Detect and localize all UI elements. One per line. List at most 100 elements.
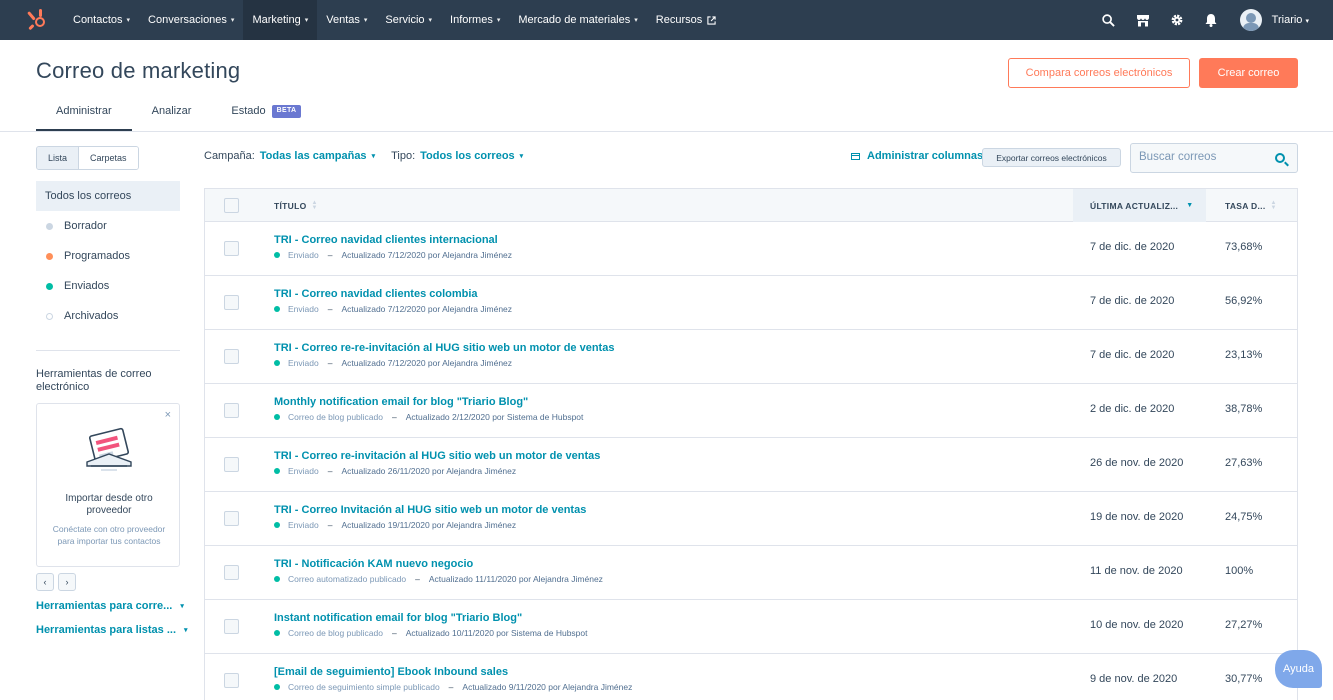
beta-badge: BETA bbox=[271, 105, 302, 118]
email-filter-list: Todos los correos Borrador Programados E… bbox=[36, 181, 180, 331]
email-title-link[interactable]: [Email de seguimiento] Ebook Inbound sal… bbox=[274, 666, 508, 678]
email-import-illustration-icon bbox=[86, 427, 132, 471]
type-filter-label: Tipo: bbox=[391, 150, 416, 162]
view-folders-button[interactable]: Carpetas bbox=[79, 147, 138, 169]
email-meta: Correo de blog publicado – Actualizado 2/1… bbox=[274, 412, 583, 422]
row-checkbox[interactable] bbox=[224, 295, 239, 310]
nav-informes[interactable]: Informes ▾ bbox=[441, 0, 509, 40]
create-email-button[interactable]: Crear correo bbox=[1199, 58, 1298, 88]
sidebar-item-sent[interactable]: Enviados bbox=[36, 271, 180, 301]
last-updated-date: 2 de dic. de 2020 bbox=[1090, 403, 1175, 415]
open-rate: 100% bbox=[1225, 565, 1254, 577]
search-input[interactable] bbox=[1139, 151, 1269, 163]
columns-icon bbox=[851, 152, 860, 160]
row-checkbox[interactable] bbox=[224, 403, 239, 418]
email-meta: Enviado – Actualizado 7/12/2020 por Alejan… bbox=[274, 250, 512, 260]
campaign-filter-dropdown[interactable]: Todas las campañas ▾ bbox=[260, 150, 375, 162]
filter-bar: Campaña: Todas las campañas ▾ Tipo: Todos… bbox=[204, 150, 539, 162]
page-title: Correo de marketing bbox=[36, 58, 241, 83]
open-rate: 23,13% bbox=[1225, 349, 1263, 361]
view-toggle: Lista Carpetas bbox=[36, 146, 139, 170]
row-checkbox[interactable] bbox=[224, 241, 239, 256]
open-rate: 24,75% bbox=[1225, 511, 1263, 523]
nav-marketing[interactable]: Marketing ▾ bbox=[243, 0, 318, 40]
nav-servicio[interactable]: Servicio ▾ bbox=[376, 0, 441, 40]
settings-icon[interactable] bbox=[1160, 0, 1194, 40]
nav-contactos[interactable]: Contactos ▾ bbox=[64, 0, 139, 40]
tab-estado[interactable]: Estado BETA bbox=[211, 100, 321, 132]
email-title-link[interactable]: TRI - Correo navidad clientes internacio… bbox=[274, 234, 498, 246]
tools-title: Herramientas de correo electrónico bbox=[36, 368, 152, 393]
column-last-updated[interactable]: ÚLTIMA ACTUALIZ... ▼ bbox=[1073, 189, 1206, 222]
help-button[interactable]: Ayuda bbox=[1275, 650, 1322, 688]
sidebar-item-all[interactable]: Todos los correos bbox=[36, 181, 180, 211]
sidebar-item-scheduled[interactable]: Programados bbox=[36, 241, 180, 271]
table-row[interactable]: TRI - Correo re-re-invitación al HUG sit… bbox=[205, 330, 1297, 384]
tab-analizar[interactable]: Analizar bbox=[132, 100, 212, 132]
row-checkbox[interactable] bbox=[224, 673, 239, 688]
search-icon[interactable] bbox=[1275, 153, 1285, 163]
column-rate[interactable]: TASA D... ▲ ▼ bbox=[1225, 189, 1277, 222]
avatar[interactable] bbox=[1239, 9, 1262, 31]
row-checkbox[interactable] bbox=[224, 565, 239, 580]
nav-recursos[interactable]: Recursos bbox=[647, 0, 725, 40]
export-emails-button[interactable]: Exportar correos electrónicos bbox=[982, 148, 1121, 167]
external-link-icon bbox=[707, 15, 716, 25]
tab-administrar[interactable]: Administrar bbox=[36, 100, 132, 132]
sidebar-item-archived[interactable]: Archivados bbox=[36, 301, 180, 331]
table-row[interactable]: TRI - Correo navidad clientes colombia E… bbox=[205, 276, 1297, 330]
email-meta: Enviado – Actualizado 19/11/2020 por Aleja… bbox=[274, 520, 516, 530]
marketplace-icon[interactable] bbox=[1126, 0, 1160, 40]
open-rate: 27,27% bbox=[1225, 619, 1263, 631]
table-row[interactable]: TRI - Notificación KAM nuevo negocio Cor… bbox=[205, 546, 1297, 600]
sidebar-divider bbox=[36, 350, 180, 351]
open-rate: 56,92% bbox=[1225, 295, 1263, 307]
email-title-link[interactable]: TRI - Correo Invitación al HUG sitio web… bbox=[274, 504, 586, 516]
email-title-link[interactable]: TRI - Notificación KAM nuevo negocio bbox=[274, 558, 473, 570]
open-rate: 30,77% bbox=[1225, 673, 1263, 685]
row-checkbox[interactable] bbox=[224, 511, 239, 526]
last-updated-date: 26 de nov. de 2020 bbox=[1090, 457, 1184, 469]
nav-conversaciones[interactable]: Conversaciones ▾ bbox=[139, 0, 243, 40]
search-box bbox=[1130, 143, 1298, 173]
type-filter-dropdown[interactable]: Todos los correos ▾ bbox=[420, 150, 523, 162]
table-header: TÍTULO ▲ ▼ ÚLTIMA ACTUALIZ... ▼ TASA D... ▲ ▼ bbox=[205, 189, 1297, 222]
compare-emails-button[interactable]: Compara correos electrónicos bbox=[1008, 58, 1190, 88]
last-updated-date: 19 de nov. de 2020 bbox=[1090, 511, 1184, 523]
list-tools-link[interactable]: Herramientas para listas ... ▾ bbox=[36, 624, 188, 636]
last-updated-date: 11 de nov. de 2020 bbox=[1090, 565, 1183, 577]
table-row[interactable]: Instant notification email for blog "Tri… bbox=[205, 600, 1297, 654]
email-title-link[interactable]: Monthly notification email for blog "Tri… bbox=[274, 396, 528, 408]
select-all-checkbox[interactable] bbox=[224, 198, 239, 213]
campaign-filter-label: Campaña: bbox=[204, 150, 255, 162]
table-row[interactable]: TRI - Correo navidad clientes internacio… bbox=[205, 222, 1297, 276]
nav-ventas[interactable]: Ventas ▾ bbox=[317, 0, 376, 40]
sidebar-item-drafts[interactable]: Borrador bbox=[36, 211, 180, 241]
nav-mercado-de-materiales[interactable]: Mercado de materiales ▾ bbox=[509, 0, 646, 40]
table-row[interactable]: TRI - Correo re-invitación al HUG sitio … bbox=[205, 438, 1297, 492]
row-checkbox[interactable] bbox=[224, 619, 239, 634]
hubspot-logo-icon[interactable] bbox=[27, 9, 50, 31]
next-card-button[interactable]: › bbox=[58, 573, 76, 591]
row-checkbox[interactable] bbox=[224, 457, 239, 472]
email-title-link[interactable]: TRI - Correo navidad clientes colombia bbox=[274, 288, 478, 300]
table-row[interactable]: Monthly notification email for blog "Tri… bbox=[205, 384, 1297, 438]
table-row[interactable]: TRI - Correo Invitación al HUG sitio web… bbox=[205, 492, 1297, 546]
user-menu[interactable]: Triario ▾ bbox=[1272, 14, 1309, 26]
email-title-link[interactable]: Instant notification email for blog "Tri… bbox=[274, 612, 522, 624]
email-meta: Enviado – Actualizado 7/12/2020 por Alejan… bbox=[274, 304, 512, 314]
manage-columns-button[interactable]: Administrar columnas bbox=[851, 150, 983, 162]
previous-card-button[interactable]: ‹ bbox=[36, 573, 54, 591]
search-icon[interactable] bbox=[1092, 0, 1126, 40]
email-title-link[interactable]: TRI - Correo re-re-invitación al HUG sit… bbox=[274, 342, 614, 354]
notifications-icon[interactable] bbox=[1194, 0, 1228, 40]
column-title[interactable]: TÍTULO ▲ ▼ bbox=[274, 189, 318, 222]
table-row[interactable]: [Email de seguimiento] Ebook Inbound sal… bbox=[205, 654, 1297, 700]
email-title-link[interactable]: TRI - Correo re-invitación al HUG sitio … bbox=[274, 450, 600, 462]
close-icon[interactable]: × bbox=[165, 409, 171, 421]
email-meta: Correo automatizado publicado – Actualizad… bbox=[274, 574, 603, 584]
email-tools-link[interactable]: Herramientas para corre... ▾ bbox=[36, 600, 184, 612]
last-updated-date: 7 de dic. de 2020 bbox=[1090, 241, 1175, 253]
view-list-button[interactable]: Lista bbox=[37, 147, 80, 169]
row-checkbox[interactable] bbox=[224, 349, 239, 364]
